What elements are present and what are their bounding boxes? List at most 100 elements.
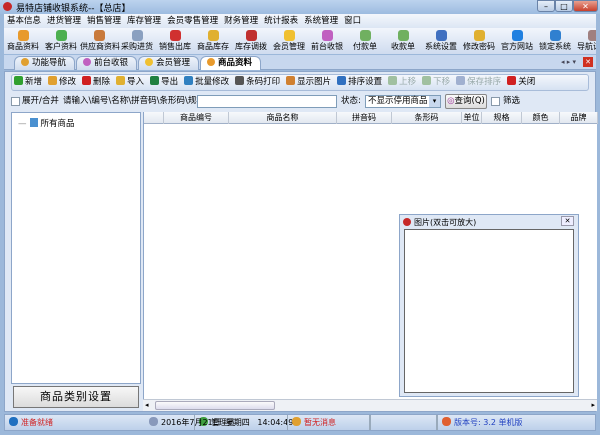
toolbar-button[interactable]: 系统设置 — [422, 28, 460, 52]
close-popup-button[interactable]: ✕ — [561, 216, 574, 226]
grid-header: 商品编号 商品名称 拼音码 条形码 单位 规格 颜色 品牌 — [144, 112, 598, 124]
toolbar-button[interactable]: 锁定系统 — [536, 28, 574, 52]
toolbar-button[interactable]: 客户资料 — [42, 28, 80, 52]
filter-checkbox[interactable] — [491, 97, 500, 106]
maximize-button[interactable]: □ — [555, 0, 573, 12]
column-header[interactable] — [144, 112, 164, 124]
stock-icon — [207, 30, 219, 41]
search-input[interactable] — [197, 95, 337, 108]
key-icon — [473, 30, 485, 41]
toolbar-button[interactable]: 商品库存 — [194, 28, 232, 52]
tree-item-label: 所有商品 — [40, 119, 75, 129]
status-weekday: 星期四 — [225, 418, 250, 427]
menu-item[interactable]: 系统管理 — [301, 14, 341, 28]
subtoolbar-label: 修改 — [59, 77, 77, 87]
subtoolbar-label: 关闭 — [518, 77, 536, 87]
tab-scroll-icons[interactable]: ◂ ▸ ▾ — [561, 58, 576, 66]
menu-item[interactable]: 销售管理 — [84, 14, 124, 28]
minimize-button[interactable]: – — [537, 0, 555, 12]
toolbar-button-label: 库存调拨 — [235, 42, 267, 51]
search-icon: ◎ — [447, 96, 455, 106]
menu-item[interactable]: 基本信息 — [4, 14, 44, 28]
close-tab-icon[interactable]: ✕ — [583, 57, 593, 67]
subtoolbar-button[interactable]: 排序设置 — [335, 75, 384, 90]
subtoolbar-label: 上移 — [399, 77, 417, 87]
subtoolbar-button[interactable]: 批量修改 — [182, 75, 231, 90]
menu-item[interactable]: 会员零售管理 — [164, 14, 221, 28]
menu-item[interactable]: 库存管理 — [124, 14, 164, 28]
subtoolbar-button[interactable]: 导入 — [114, 75, 146, 90]
category-settings-button[interactable]: 商品类别设置 — [13, 386, 139, 408]
product-panel: 新增 修改 删除 导入 导出 批量修改 条码打印 显示图片 排序设置 上移 下移 保存排序 关闭 展开/… — [4, 71, 598, 412]
subtoolbar-label: 下移 — [433, 77, 451, 87]
picture-icon — [403, 218, 411, 226]
menu-item[interactable]: 财务管理 — [221, 14, 261, 28]
column-header[interactable]: 单位 — [462, 112, 482, 124]
close-window-button[interactable]: ✕ — [573, 0, 598, 12]
status-select[interactable]: 不显示停用商品 ▾ — [365, 95, 441, 108]
product-toolbar: 新增 修改 删除 导入 导出 批量修改 条码打印 显示图片 排序设置 上移 下移 保存排序 关闭 — [11, 74, 589, 91]
toolbar-button[interactable]: 采购进货 — [118, 28, 156, 52]
picture-popup-title: 图片(双击可放大) — [414, 218, 477, 227]
tree-item-all[interactable]: — 所有商品 — [18, 117, 75, 129]
column-header[interactable]: 品牌 — [560, 112, 598, 124]
subtoolbar-label: 保存排序 — [467, 77, 502, 87]
expand-checkbox[interactable] — [11, 97, 20, 106]
tab-icon — [145, 58, 154, 66]
subtoolbar-button[interactable]: 上移 — [386, 75, 418, 90]
subtoolbar-button[interactable]: 导出 — [148, 75, 180, 90]
toolbar-button[interactable]: 收款单 — [384, 28, 422, 52]
status-version-text: 版本号: 3.2 单机版 — [454, 418, 523, 427]
column-header[interactable]: 颜色 — [522, 112, 560, 124]
subtoolbar-button[interactable]: 下移 — [420, 75, 452, 90]
toolbar-button[interactable]: 官方网站 — [498, 28, 536, 52]
tab-item[interactable]: 会员管理 — [138, 56, 200, 70]
toolbar-button[interactable]: 修改密码 — [460, 28, 498, 52]
subtoolbar-button[interactable]: 修改 — [46, 75, 78, 90]
column-header[interactable]: 商品编号 — [164, 112, 229, 124]
folder-icon — [29, 118, 38, 127]
column-header[interactable]: 商品名称 — [229, 112, 337, 124]
tab-icon — [21, 58, 29, 66]
toolbar-button[interactable]: 商品资料 — [4, 28, 42, 52]
toolbar-button[interactable]: 导航设置 — [574, 28, 596, 52]
subtoolbar-button[interactable]: 关闭 — [505, 75, 537, 90]
menu-item[interactable]: 统计报表 — [261, 14, 301, 28]
column-header[interactable]: 规格 — [482, 112, 522, 124]
toolbar-button[interactable]: 供应商资料 — [80, 28, 120, 52]
subtoolbar-button[interactable]: 新增 — [12, 75, 44, 90]
column-header[interactable]: 拼音码 — [337, 112, 392, 124]
menu-item[interactable]: 进货管理 — [44, 14, 84, 28]
horizontal-scrollbar[interactable]: ◂ ▸ — [143, 399, 597, 411]
subtoolbar-button[interactable]: 保存排序 — [454, 75, 503, 90]
toolbar-button-label: 官方网站 — [501, 42, 533, 51]
product-icon — [17, 30, 29, 41]
toolbar-button[interactable]: 销售出库 — [156, 28, 194, 52]
subtoolbar-button[interactable]: 删除 — [80, 75, 112, 90]
scrollbar-thumb[interactable] — [155, 401, 275, 410]
toolbar-button-label: 销售出库 — [159, 42, 191, 51]
customer-icon — [55, 30, 67, 41]
status-message[interactable]: 暂无消息 — [287, 415, 437, 430]
lock-icon — [549, 30, 561, 41]
picture-area[interactable] — [404, 229, 574, 393]
settings-icon — [435, 30, 447, 41]
batch-edit-icon — [184, 76, 194, 85]
toolbar-button[interactable]: 会员管理 — [270, 28, 308, 52]
tab-item[interactable]: 功能导航 — [14, 56, 76, 70]
tab-item[interactable]: 商品资料 — [200, 56, 262, 70]
subtoolbar-button[interactable]: 条码打印 — [233, 75, 282, 90]
subtoolbar-button[interactable]: 显示图片 — [284, 75, 333, 90]
column-header[interactable]: 条形码 — [392, 112, 462, 124]
save-icon — [456, 76, 466, 85]
toolbar-button[interactable]: 付款单 — [346, 28, 384, 52]
toolbar-button[interactable]: 库存调拨 — [232, 28, 270, 52]
toolbar-button-label: 锁定系统 — [539, 42, 571, 51]
menu-item[interactable]: 窗口 — [341, 14, 364, 28]
clock-icon — [149, 417, 158, 426]
tab-item[interactable]: 前台收银 — [76, 56, 138, 70]
toolbar-button[interactable]: 前台收银 — [308, 28, 346, 52]
tab-label: 前台收银 — [94, 58, 129, 68]
query-button[interactable]: ◎查询(Q) — [445, 94, 487, 109]
status-ready-text: 准备就绪 — [21, 418, 53, 427]
